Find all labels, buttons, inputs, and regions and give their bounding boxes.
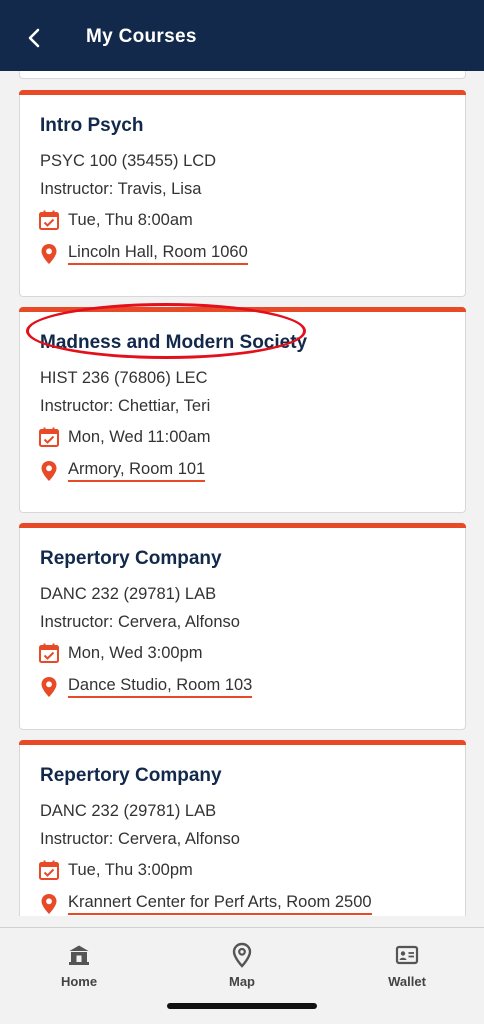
tab-home-label: Home bbox=[60, 974, 98, 989]
course-title: Repertory Company bbox=[40, 765, 222, 786]
course-location-link[interactable]: Dance Studio, Room 103 bbox=[68, 676, 253, 698]
previous-course-card[interactable] bbox=[19, 71, 466, 79]
id-card-icon bbox=[394, 942, 420, 968]
course-card-intro-psych[interactable]: Intro Psych PSYC 100 (35455) LCD Instruc… bbox=[19, 90, 466, 297]
tab-map-label: Map bbox=[229, 974, 255, 989]
course-time-row: Mon, Wed 11:00am bbox=[38, 426, 210, 448]
course-list[interactable]: Intro Psych PSYC 100 (35455) LCD Instruc… bbox=[0, 71, 484, 916]
course-instructor: Instructor: Cervera, Alfonso bbox=[40, 613, 240, 631]
course-time-row: Mon, Wed 3:00pm bbox=[38, 642, 203, 664]
course-location-row[interactable]: Lincoln Hall, Room 1060 bbox=[38, 243, 248, 265]
course-location-link[interactable]: Armory, Room 101 bbox=[68, 460, 206, 482]
tab-map[interactable]: Map bbox=[202, 942, 282, 989]
tab-home[interactable]: Home bbox=[39, 942, 119, 989]
map-pin-icon bbox=[38, 243, 60, 265]
course-card-repertory-company-2[interactable]: Repertory Company DANC 232 (29781) LAB I… bbox=[19, 740, 466, 916]
course-card-repertory-company[interactable]: Repertory Company DANC 232 (29781) LAB I… bbox=[19, 523, 466, 730]
calendar-check-icon bbox=[38, 859, 60, 881]
course-time: Tue, Thu 3:00pm bbox=[68, 860, 193, 879]
course-code: HIST 236 (76806) LEC bbox=[40, 369, 208, 387]
map-pin-icon bbox=[38, 676, 60, 698]
course-location-link[interactable]: Lincoln Hall, Room 1060 bbox=[68, 243, 248, 265]
course-location-row[interactable]: Dance Studio, Room 103 bbox=[38, 676, 253, 698]
course-time: Mon, Wed 3:00pm bbox=[68, 643, 203, 662]
course-title: Intro Psych bbox=[40, 115, 144, 136]
course-time-row: Tue, Thu 3:00pm bbox=[38, 859, 193, 881]
course-location-link[interactable]: Krannert Center for Perf Arts, Room 2500 bbox=[68, 893, 372, 915]
tab-wallet-label: Wallet bbox=[388, 974, 426, 989]
course-location-row[interactable]: Armory, Room 101 bbox=[38, 460, 206, 482]
page-title: My Courses bbox=[86, 26, 197, 47]
calendar-check-icon bbox=[38, 642, 60, 664]
home-icon bbox=[66, 942, 92, 968]
course-code: PSYC 100 (35455) LCD bbox=[40, 152, 217, 170]
course-location-row[interactable]: Krannert Center for Perf Arts, Room 2500 bbox=[38, 893, 372, 915]
home-indicator[interactable] bbox=[167, 1003, 317, 1009]
course-instructor: Instructor: Cervera, Alfonso bbox=[40, 830, 240, 848]
course-time-row: Tue, Thu 8:00am bbox=[38, 209, 193, 231]
app-header: My Courses bbox=[0, 0, 484, 71]
course-time: Mon, Wed 11:00am bbox=[68, 427, 211, 446]
course-title: Madness and Modern Society bbox=[40, 332, 308, 353]
map-pin-icon bbox=[38, 893, 60, 915]
calendar-check-icon bbox=[38, 209, 60, 231]
map-pin-icon bbox=[229, 942, 255, 968]
calendar-check-icon bbox=[38, 426, 60, 448]
course-instructor: Instructor: Chettiar, Teri bbox=[40, 397, 211, 415]
bottom-tab-bar: Home Map Wallet bbox=[0, 927, 484, 1024]
course-code: DANC 232 (29781) LAB bbox=[40, 802, 217, 820]
course-title: Repertory Company bbox=[40, 548, 222, 569]
course-card-madness-modern-society[interactable]: Madness and Modern Society HIST 236 (768… bbox=[19, 307, 466, 513]
chevron-left-icon bbox=[28, 28, 40, 48]
course-instructor: Instructor: Travis, Lisa bbox=[40, 180, 202, 198]
map-pin-icon bbox=[38, 460, 60, 482]
course-time: Tue, Thu 8:00am bbox=[68, 210, 193, 229]
tab-wallet[interactable]: Wallet bbox=[367, 942, 447, 989]
back-button[interactable] bbox=[18, 22, 50, 54]
course-code: DANC 232 (29781) LAB bbox=[40, 585, 217, 603]
